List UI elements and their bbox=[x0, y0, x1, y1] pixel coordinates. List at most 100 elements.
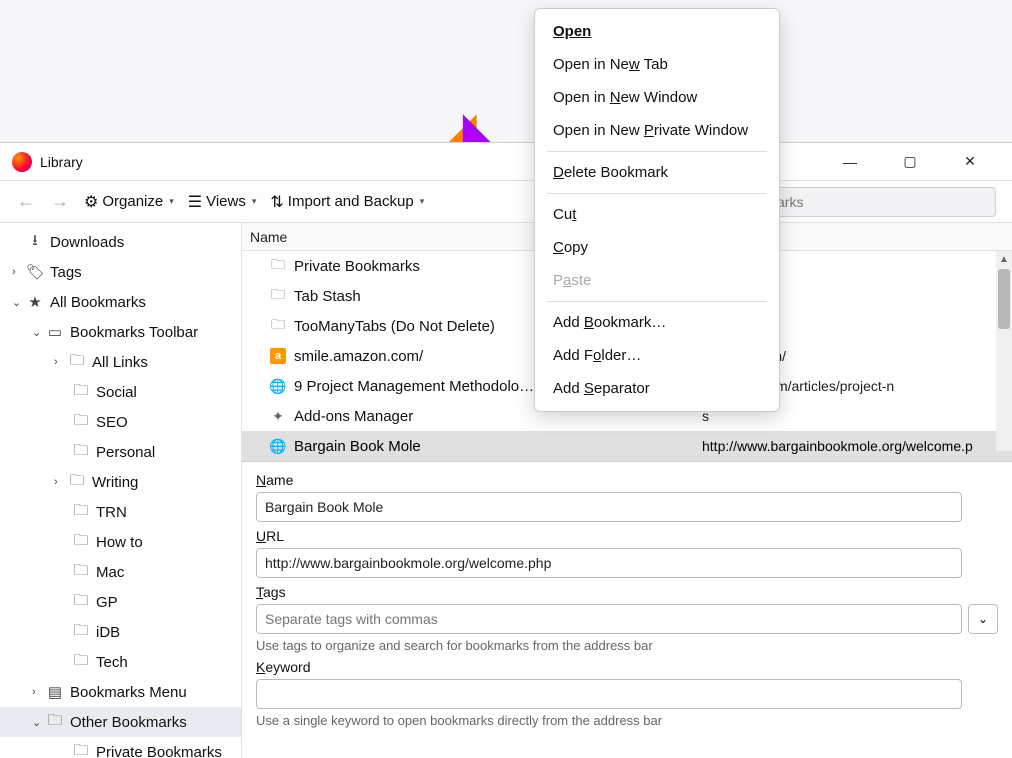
import-backup-menu[interactable]: ⇅ Import and Backup ▾ bbox=[270, 192, 424, 212]
folder-icon: 🗀 bbox=[72, 530, 90, 555]
sidebar-item-downloads[interactable]: ⭳ Downloads bbox=[0, 227, 241, 257]
sidebar-item-gp[interactable]: 🗀GP bbox=[0, 587, 241, 617]
download-icon: ⭳ bbox=[26, 230, 44, 255]
cm-add-bookmark[interactable]: Add Bookmark… bbox=[535, 306, 779, 339]
separator bbox=[547, 193, 767, 194]
folder-icon: 🗀 bbox=[46, 710, 64, 735]
back-button[interactable]: ← bbox=[16, 191, 36, 212]
keyword-field[interactable] bbox=[256, 679, 962, 709]
sidebar-item-all-links[interactable]: ›🗀 All Links bbox=[0, 347, 241, 377]
star-icon: ★ bbox=[26, 293, 44, 311]
sidebar-item-tags[interactable]: ›🏷 Tags bbox=[0, 257, 241, 287]
firefox-icon bbox=[12, 152, 32, 172]
expander-icon[interactable]: › bbox=[32, 686, 46, 698]
folder-icon: 🗀 bbox=[72, 650, 90, 675]
url-field[interactable] bbox=[256, 548, 962, 578]
tags-dropdown-button[interactable]: ⌄ bbox=[968, 604, 998, 634]
cm-open[interactable]: Open bbox=[535, 15, 779, 48]
sidebar-item-personal[interactable]: 🗀Personal bbox=[0, 437, 241, 467]
minimize-button[interactable]: — bbox=[830, 147, 870, 177]
views-label: Views bbox=[206, 193, 246, 210]
sidebar-item-bookmarks-menu[interactable]: ›▤ Bookmarks Menu bbox=[0, 677, 241, 707]
expander-icon[interactable]: › bbox=[54, 476, 68, 488]
tags-field[interactable] bbox=[256, 604, 962, 634]
menu-icon: ▤ bbox=[46, 683, 64, 701]
folder-icon: 🗀 bbox=[72, 620, 90, 645]
folder-icon: 🗀 bbox=[72, 560, 90, 585]
sidebar-item-private-bookmarks[interactable]: 🗀Private Bookmarks bbox=[0, 737, 241, 758]
folder-icon: 🗀 bbox=[72, 380, 90, 405]
folder-icon: 🗀 bbox=[72, 500, 90, 525]
sidebar: ⭳ Downloads ›🏷 Tags ⌄★ All Bookmarks ⌄▭ … bbox=[0, 223, 242, 758]
expander-icon[interactable]: › bbox=[54, 356, 68, 368]
expander-icon[interactable]: ⌄ bbox=[32, 716, 46, 729]
sidebar-item-idb[interactable]: 🗀iDB bbox=[0, 617, 241, 647]
toolbar: ← → ⚙ Organize ▾ ☰ Views ▾ ⇅ Import and … bbox=[0, 181, 1012, 223]
globe-icon: 🌐 bbox=[270, 378, 286, 394]
cm-cut[interactable]: Cut bbox=[535, 198, 779, 231]
expander-icon[interactable]: ⌄ bbox=[12, 296, 26, 309]
keyword-help: Use a single keyword to open bookmarks d… bbox=[256, 713, 998, 728]
scrollbar[interactable]: ▲ bbox=[996, 251, 1012, 451]
scrollbar-thumb[interactable] bbox=[998, 269, 1010, 329]
chevron-down-icon: ⌄ bbox=[978, 612, 988, 626]
library-window: Library — ▢ ✕ ← → ⚙ Organize ▾ ☰ Views ▾… bbox=[0, 142, 1012, 758]
close-button[interactable]: ✕ bbox=[950, 147, 990, 177]
cm-add-folder[interactable]: Add Folder… bbox=[535, 339, 779, 372]
list-item-selected[interactable]: 🌐Bargain Book Mole http://www.bargainboo… bbox=[242, 431, 1012, 461]
chevron-down-icon: ▾ bbox=[169, 196, 174, 207]
sidebar-item-tech[interactable]: 🗀Tech bbox=[0, 647, 241, 677]
expander-icon[interactable]: › bbox=[12, 266, 26, 278]
sidebar-item-howto[interactable]: 🗀How to bbox=[0, 527, 241, 557]
chevron-down-icon: ▾ bbox=[252, 196, 257, 207]
import-icon: ⇅ bbox=[270, 192, 283, 212]
sidebar-item-all-bookmarks[interactable]: ⌄★ All Bookmarks bbox=[0, 287, 241, 317]
list-icon: ☰ bbox=[188, 192, 202, 212]
folder-icon: 🗀 bbox=[72, 410, 90, 435]
folder-icon: 🗀 bbox=[68, 350, 86, 375]
globe-icon: 🌐 bbox=[270, 438, 286, 454]
sidebar-item-bookmarks-toolbar[interactable]: ⌄▭ Bookmarks Toolbar bbox=[0, 317, 241, 347]
cm-open-private-window[interactable]: Open in New Private Window bbox=[535, 114, 779, 147]
window-controls: — ▢ ✕ bbox=[830, 147, 1000, 177]
organize-label: Organize bbox=[102, 193, 163, 210]
sidebar-item-seo[interactable]: 🗀SEO bbox=[0, 407, 241, 437]
cm-delete-bookmark[interactable]: Delete Bookmark bbox=[535, 156, 779, 189]
sidebar-item-social[interactable]: 🗀Social bbox=[0, 377, 241, 407]
details-panel: Name URL Tags ⌄ Use tags to organize and… bbox=[242, 461, 1012, 740]
maximize-button[interactable]: ▢ bbox=[890, 147, 930, 177]
titlebar: Library — ▢ ✕ bbox=[0, 143, 1012, 181]
tag-icon: 🏷 bbox=[26, 263, 44, 281]
folder-icon: 🗀 bbox=[270, 258, 286, 274]
folder-icon: 🗀 bbox=[72, 590, 90, 615]
forward-button[interactable]: → bbox=[50, 191, 70, 212]
main-area: ⭳ Downloads ›🏷 Tags ⌄★ All Bookmarks ⌄▭ … bbox=[0, 223, 1012, 758]
cm-open-new-tab[interactable]: Open in New Tab bbox=[535, 48, 779, 81]
cm-copy[interactable]: Copy bbox=[535, 231, 779, 264]
folder-icon: 🗀 bbox=[72, 440, 90, 465]
puzzle-icon: ✦ bbox=[270, 408, 286, 424]
separator bbox=[547, 151, 767, 152]
keyword-label: Keyword bbox=[256, 659, 998, 675]
sidebar-item-other-bookmarks[interactable]: ⌄🗀 Other Bookmarks bbox=[0, 707, 241, 737]
views-menu[interactable]: ☰ Views ▾ bbox=[188, 192, 257, 212]
folder-icon: 🗀 bbox=[270, 288, 286, 304]
gear-icon: ⚙ bbox=[84, 192, 98, 212]
folder-icon: 🗀 bbox=[72, 740, 90, 758]
toolbar-icon: ▭ bbox=[46, 323, 64, 341]
folder-icon: 🗀 bbox=[270, 318, 286, 334]
organize-menu[interactable]: ⚙ Organize ▾ bbox=[84, 192, 174, 212]
tags-help: Use tags to organize and search for book… bbox=[256, 638, 998, 653]
context-menu: Open Open in New Tab Open in New Window … bbox=[534, 8, 780, 412]
cm-open-new-window[interactable]: Open in New Window bbox=[535, 81, 779, 114]
tags-label: Tags bbox=[256, 584, 998, 600]
sidebar-item-trn[interactable]: 🗀TRN bbox=[0, 497, 241, 527]
cm-add-separator[interactable]: Add Separator bbox=[535, 372, 779, 405]
url-label: URL bbox=[256, 528, 998, 544]
sidebar-item-mac[interactable]: 🗀Mac bbox=[0, 557, 241, 587]
separator bbox=[547, 301, 767, 302]
name-field[interactable] bbox=[256, 492, 962, 522]
expander-icon[interactable]: ⌄ bbox=[32, 326, 46, 339]
search-input[interactable]: arks bbox=[766, 187, 996, 217]
sidebar-item-writing[interactable]: ›🗀 Writing bbox=[0, 467, 241, 497]
